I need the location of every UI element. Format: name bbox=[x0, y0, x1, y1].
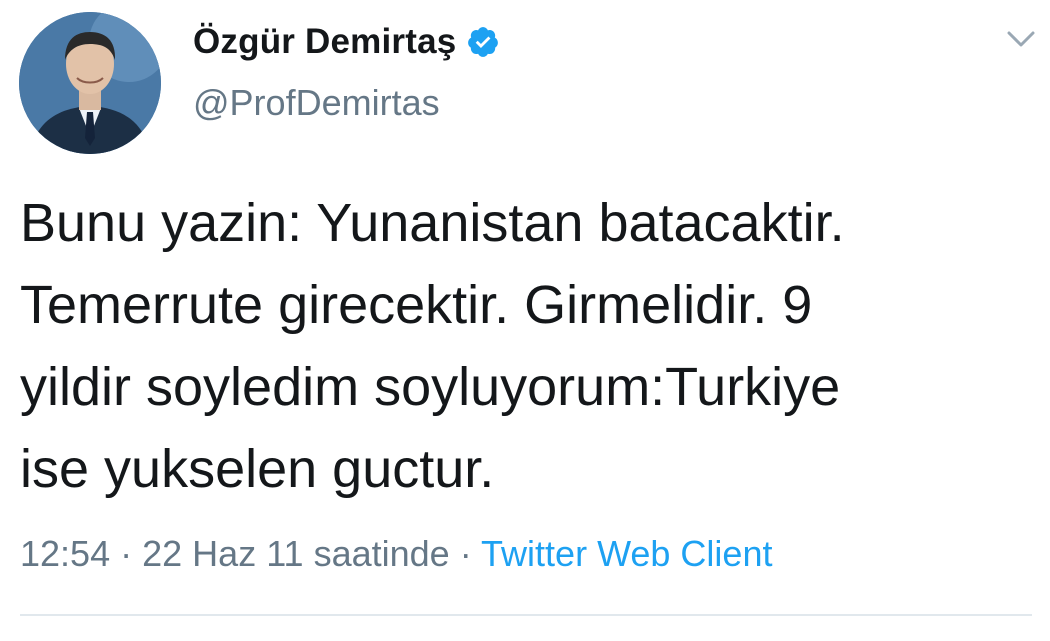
tweet-time[interactable]: 12:54 bbox=[20, 533, 110, 574]
user-handle[interactable]: @ProfDemirtas bbox=[193, 82, 500, 124]
tweet-date[interactable]: 22 Haz 11 saatinde bbox=[142, 533, 450, 574]
user-info: Özgür Demirtaş @ProfDemirtas bbox=[193, 14, 500, 124]
chevron-down-icon[interactable] bbox=[1003, 24, 1039, 54]
avatar[interactable] bbox=[19, 12, 161, 154]
meta-separator-2: · bbox=[459, 533, 472, 574]
display-name-row: Özgür Demirtaş bbox=[193, 14, 500, 70]
display-name[interactable]: Özgür Demirtaş bbox=[193, 22, 456, 62]
verified-badge-icon bbox=[466, 25, 500, 59]
tweet-card: Özgür Demirtaş @ProfDemirtas Bunu yazin:… bbox=[0, 0, 1050, 641]
meta-separator: · bbox=[120, 533, 133, 574]
divider bbox=[20, 614, 1032, 616]
tweet-meta: 12:54 · 22 Haz 11 saatinde · Twitter Web… bbox=[20, 530, 772, 578]
tweet-text: Bunu yazin: Yunanistan batacaktir. Temer… bbox=[20, 193, 845, 499]
source-link[interactable]: Twitter Web Client bbox=[481, 533, 772, 574]
avatar-photo bbox=[19, 12, 161, 154]
